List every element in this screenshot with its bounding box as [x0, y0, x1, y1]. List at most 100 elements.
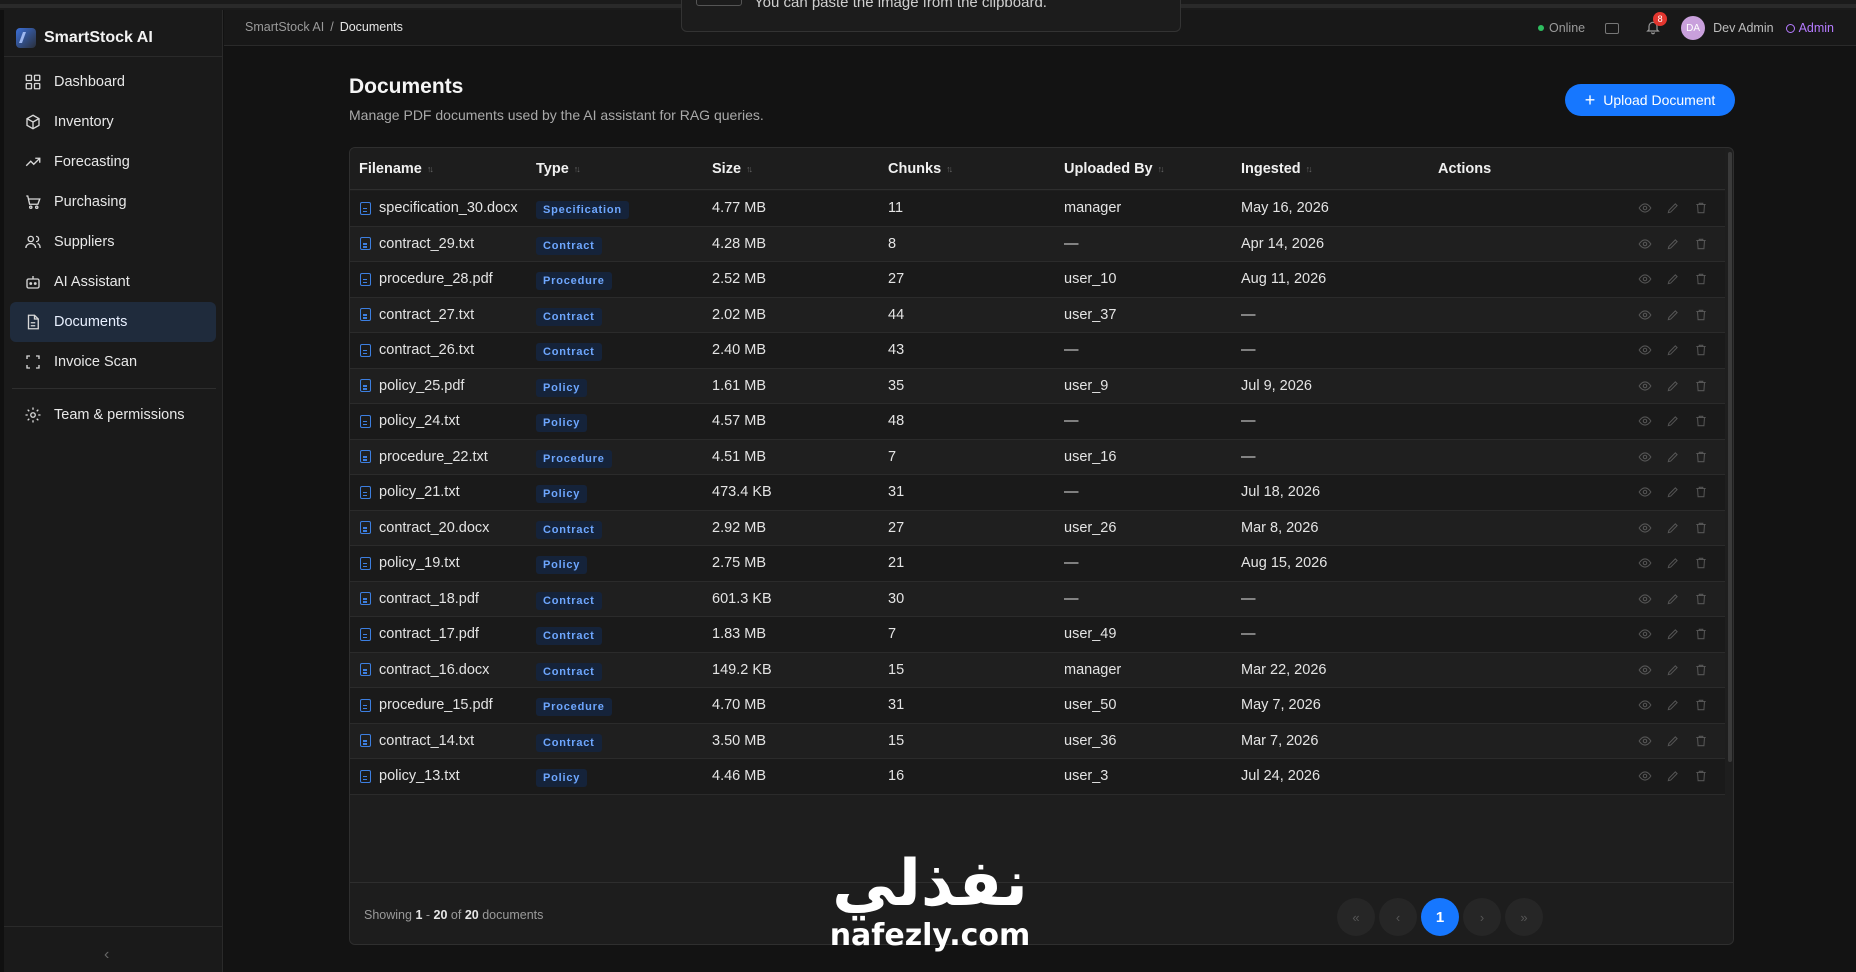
table-row[interactable]: policy_24.txt Policy 4.57 MB 48 — —: [350, 404, 1725, 440]
trash-button[interactable]: [1694, 450, 1708, 464]
eye-button[interactable]: [1638, 343, 1652, 357]
trash-button[interactable]: [1694, 521, 1708, 535]
next-page-button[interactable]: ›: [1463, 898, 1501, 936]
eye-button[interactable]: [1638, 521, 1652, 535]
pencil-button[interactable]: [1666, 237, 1680, 251]
sidebar-item-inventory[interactable]: Inventory: [10, 102, 216, 142]
filename-cell[interactable]: policy_21.txt: [360, 484, 460, 500]
pencil-button[interactable]: [1666, 308, 1680, 322]
trash-button[interactable]: [1694, 592, 1708, 606]
sort-icon[interactable]: ↑↓: [746, 164, 753, 174]
sort-icon[interactable]: ↑↓: [946, 164, 953, 174]
eye-button[interactable]: [1638, 627, 1652, 641]
sidebar-item-forecasting[interactable]: Forecasting: [10, 142, 216, 182]
breadcrumb-root[interactable]: SmartStock AI: [245, 20, 324, 34]
collapse-sidebar-button[interactable]: ‹: [104, 946, 109, 964]
table-row[interactable]: contract_20.docx Contract 2.92 MB 27 user_26…: [350, 510, 1725, 546]
filename-cell[interactable]: contract_27.txt: [360, 307, 474, 323]
column-header-filename[interactable]: Filename ↑↓: [359, 161, 434, 177]
sort-icon[interactable]: ↑↓: [427, 164, 434, 174]
sidebar-item-team-permissions[interactable]: Team & permissions: [10, 395, 216, 435]
column-header-chunks[interactable]: Chunks ↑↓: [888, 161, 953, 177]
pencil-button[interactable]: [1666, 627, 1680, 641]
first-page-button[interactable]: «: [1337, 898, 1375, 936]
table-row[interactable]: contract_26.txt Contract 2.40 MB 43 — —: [350, 333, 1725, 369]
column-header-size[interactable]: Size ↑↓: [712, 161, 753, 177]
eye-button[interactable]: [1638, 734, 1652, 748]
sidebar-item-invoice-scan[interactable]: Invoice Scan: [10, 342, 216, 382]
pencil-button[interactable]: [1666, 379, 1680, 393]
pencil-button[interactable]: [1666, 485, 1680, 499]
trash-button[interactable]: [1694, 201, 1708, 215]
eye-button[interactable]: [1638, 414, 1652, 428]
trash-button[interactable]: [1694, 414, 1708, 428]
table-row[interactable]: policy_13.txt Policy 4.46 MB 16 user_3 Jul 24…: [350, 759, 1725, 795]
user-name[interactable]: Dev Admin: [1713, 21, 1773, 35]
pencil-button[interactable]: [1666, 734, 1680, 748]
table-row[interactable]: contract_17.pdf Contract 1.83 MB 7 user_49 —: [350, 617, 1725, 653]
filename-cell[interactable]: policy_25.pdf: [360, 378, 464, 394]
trash-button[interactable]: [1694, 379, 1708, 393]
sidebar-item-dashboard[interactable]: Dashboard: [10, 62, 216, 102]
filename-cell[interactable]: contract_14.txt: [360, 733, 474, 749]
table-row[interactable]: contract_14.txt Contract 3.50 MB 15 user_36 M…: [350, 723, 1725, 759]
filename-cell[interactable]: procedure_28.pdf: [360, 271, 493, 287]
table-row[interactable]: policy_21.txt Policy 473.4 KB 31 — Jul 18, 20…: [350, 475, 1725, 511]
filename-cell[interactable]: specification_30.docx: [360, 200, 518, 216]
sort-icon[interactable]: ↑↓: [1158, 164, 1165, 174]
notifications-button[interactable]: 8: [1645, 12, 1668, 37]
table-row[interactable]: specification_30.docx Specification 4.77 M…: [350, 191, 1725, 227]
pencil-button[interactable]: [1666, 698, 1680, 712]
eye-button[interactable]: [1638, 485, 1652, 499]
sidebar-item-documents[interactable]: Documents: [10, 302, 216, 342]
table-row[interactable]: policy_25.pdf Policy 1.61 MB 35 user_9 Jul 9,…: [350, 368, 1725, 404]
filename-cell[interactable]: policy_19.txt: [360, 555, 460, 571]
last-page-button[interactable]: »: [1505, 898, 1543, 936]
pencil-button[interactable]: [1666, 343, 1680, 357]
table-row[interactable]: procedure_15.pdf Procedure 4.70 MB 31 user_5…: [350, 688, 1725, 724]
trash-button[interactable]: [1694, 556, 1708, 570]
trash-button[interactable]: [1694, 237, 1708, 251]
trash-button[interactable]: [1694, 485, 1708, 499]
table-row[interactable]: policy_19.txt Policy 2.75 MB 21 — Aug 15, 202…: [350, 546, 1725, 582]
avatar[interactable]: DA: [1681, 16, 1706, 40]
table-row[interactable]: contract_18.pdf Contract 601.3 KB 30 — —: [350, 581, 1725, 617]
filename-cell[interactable]: contract_26.txt: [360, 342, 474, 358]
trash-button[interactable]: [1694, 734, 1708, 748]
eye-button[interactable]: [1638, 201, 1652, 215]
sidebar-item-purchasing[interactable]: Purchasing: [10, 182, 216, 222]
filename-cell[interactable]: policy_13.txt: [360, 768, 460, 784]
table-scrollbar[interactable]: [1726, 148, 1733, 762]
pencil-button[interactable]: [1666, 556, 1680, 570]
column-header-uploaded-by[interactable]: Uploaded By ↑↓: [1064, 161, 1165, 177]
pencil-button[interactable]: [1666, 663, 1680, 677]
filename-cell[interactable]: contract_29.txt: [360, 236, 474, 252]
filename-cell[interactable]: contract_20.docx: [360, 520, 489, 536]
pencil-button[interactable]: [1666, 272, 1680, 286]
eye-button[interactable]: [1638, 308, 1652, 322]
table-row[interactable]: procedure_22.txt Procedure 4.51 MB 7 user_16…: [350, 439, 1725, 475]
filename-cell[interactable]: procedure_15.pdf: [360, 697, 493, 713]
pencil-button[interactable]: [1666, 414, 1680, 428]
trash-button[interactable]: [1694, 343, 1708, 357]
filename-cell[interactable]: contract_16.docx: [360, 662, 489, 678]
pencil-button[interactable]: [1666, 450, 1680, 464]
pencil-button[interactable]: [1666, 521, 1680, 535]
prev-page-button[interactable]: ‹: [1379, 898, 1417, 936]
pencil-button[interactable]: [1666, 201, 1680, 215]
eye-button[interactable]: [1638, 379, 1652, 393]
sort-icon[interactable]: ↑↓: [574, 164, 581, 174]
eye-button[interactable]: [1638, 592, 1652, 606]
trash-button[interactable]: [1694, 663, 1708, 677]
page-1-button[interactable]: 1: [1421, 898, 1459, 936]
eye-button[interactable]: [1638, 663, 1652, 677]
filename-cell[interactable]: procedure_22.txt: [360, 449, 488, 465]
sidebar-item-suppliers[interactable]: Suppliers: [10, 222, 216, 262]
monitor-icon[interactable]: [1605, 22, 1620, 34]
trash-button[interactable]: [1694, 308, 1708, 322]
eye-button[interactable]: [1638, 237, 1652, 251]
pencil-button[interactable]: [1666, 769, 1680, 783]
table-row[interactable]: procedure_28.pdf Procedure 2.52 MB 27 user_1…: [350, 262, 1725, 298]
eye-button[interactable]: [1638, 698, 1652, 712]
table-row[interactable]: contract_16.docx Contract 149.2 KB 15 manage…: [350, 652, 1725, 688]
